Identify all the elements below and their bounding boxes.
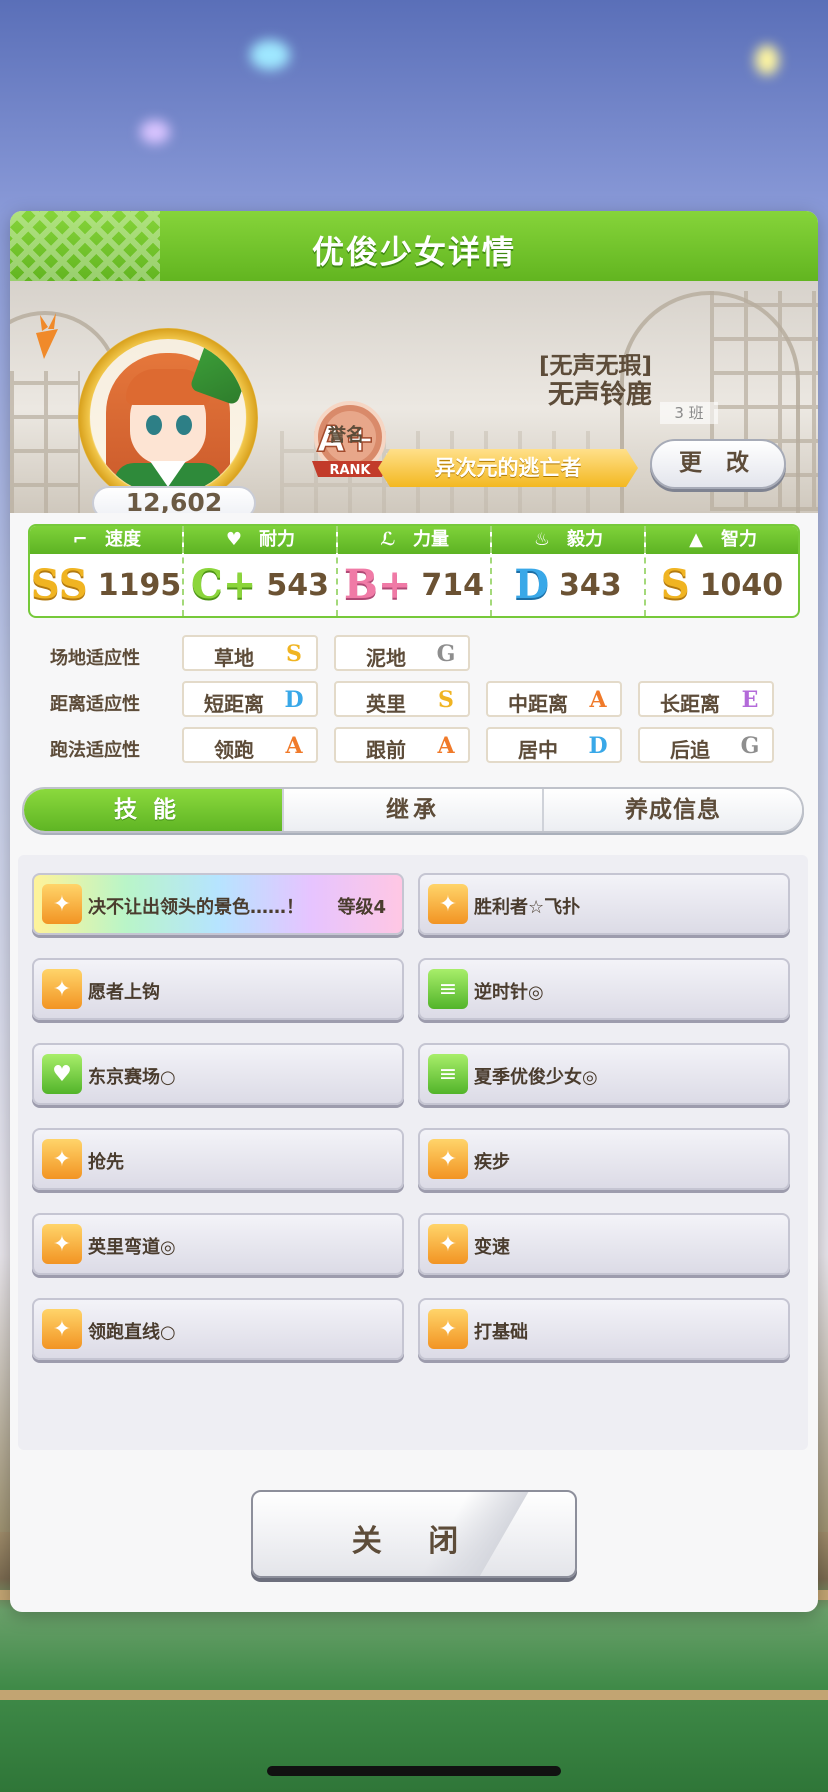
skill-card[interactable]: ✦ 变速 xyxy=(418,1213,790,1275)
unique-skill-icon: ✦ xyxy=(42,884,82,924)
stat-power: ℒ 力量 B+ 714 xyxy=(338,526,492,616)
skill-card[interactable]: ✦ 疾步 xyxy=(418,1128,790,1190)
aptitude-medium: 中距离 A xyxy=(486,681,622,717)
stat-grade: D xyxy=(514,561,550,608)
skill-card[interactable]: ≡ 夏季优俊少女◎ xyxy=(418,1043,790,1105)
character-name: 无声铃鹿 xyxy=(547,380,652,410)
background-sparkle xyxy=(250,40,290,70)
speed-skill-icon: ✦ xyxy=(42,1224,82,1264)
muscle-icon: ℒ xyxy=(380,529,396,550)
stat-guts: ♨ 毅力 D 343 xyxy=(492,526,646,616)
aptitude-turf: 草地 S xyxy=(182,635,318,671)
stat-grade: B+ xyxy=(344,561,412,608)
shoe-icon: ⌐ xyxy=(72,529,88,550)
avatar-eye xyxy=(146,415,162,435)
passive-skill-icon: ≡ xyxy=(428,1054,468,1094)
epithet-ribbon: 异次元的逃亡者 xyxy=(378,449,638,487)
stat-label: 力量 xyxy=(413,529,449,550)
speed-skill-icon: ✦ xyxy=(42,1309,82,1349)
detail-tabs: 技能 继承 养成信息 xyxy=(22,787,804,833)
speed-skill-icon: ✦ xyxy=(42,969,82,1009)
speed-skill-icon: ✦ xyxy=(428,884,468,924)
close-button-label: 关 闭 xyxy=(351,1524,477,1559)
strategy-aptitude-label: 跑法适应性 xyxy=(50,740,140,761)
distance-aptitude-label: 距离适应性 xyxy=(50,694,140,715)
skill-level: 等级4 xyxy=(337,897,386,918)
rank-word: RANK xyxy=(329,463,371,478)
dialog-header: 优俊少女详情 xyxy=(10,211,818,281)
stat-value: 343 xyxy=(559,567,622,603)
surface-aptitude-label: 场地适应性 xyxy=(50,648,140,669)
stat-stamina: ♥ 耐力 C+ 543 xyxy=(184,526,338,616)
rank-caption: 誉名 xyxy=(328,425,364,446)
passive-skill-icon: ≡ xyxy=(428,969,468,1009)
stats-panel: ⌐ 速度 SS 1195 ♥ 耐力 C+ 543 ℒ 力量 B+ 714 ♨ 毅力 D 343 … xyxy=(28,524,800,618)
stat-value: 1195 xyxy=(97,567,182,603)
tab-training-info[interactable]: 养成信息 xyxy=(544,789,802,831)
horse-girl-detail-dialog: 优俊少女详情 12,602 A+ RANK 誉名 [无声无瑕] 无声铃鹿 3 班… xyxy=(10,211,818,1612)
aptitude-late-surger: 居中 D xyxy=(486,727,622,763)
background-window xyxy=(10,371,80,513)
skill-card[interactable]: ✦ 英里弯道◎ xyxy=(32,1213,404,1275)
aptitude-long: 长距离 E xyxy=(638,681,774,717)
skills-panel: ✦ 决不让出领头的景色……！ 等级4 ✦ 胜利者☆飞扑 ✦ 愿者上钩 ≡ 逆时针… xyxy=(18,855,808,1450)
close-button[interactable]: 关 闭 xyxy=(251,1490,577,1578)
skill-card[interactable]: ✦ 胜利者☆飞扑 xyxy=(418,873,790,935)
skill-card[interactable]: ✦ 打基础 xyxy=(418,1298,790,1360)
aptitude-sprint: 短距离 D xyxy=(182,681,318,717)
aptitude-pace-chaser: 跟前 A xyxy=(334,727,470,763)
aptitude-mile: 英里 S xyxy=(334,681,470,717)
background-rail xyxy=(0,1690,828,1700)
stat-label: 毅力 xyxy=(567,529,603,550)
flame-icon: ♨ xyxy=(533,529,551,550)
heart-icon: ♥ xyxy=(225,529,243,550)
aptitude-front-runner: 领跑 A xyxy=(182,727,318,763)
home-indicator[interactable] xyxy=(267,1766,561,1776)
background-sparkle xyxy=(140,120,170,144)
skill-card[interactable]: ✦ 愿者上钩 xyxy=(32,958,404,1020)
graduation-cap-icon: ▲ xyxy=(689,529,703,550)
avatar-eye xyxy=(176,415,192,435)
class-tag: 3 班 xyxy=(660,402,718,424)
skill-card[interactable]: ♥ 东京赛场○ xyxy=(32,1043,404,1105)
stat-wisdom: ▲ 智力 S 1040 xyxy=(646,526,798,616)
stat-label: 速度 xyxy=(105,529,141,550)
skill-card[interactable]: ✦ 抢先 xyxy=(32,1128,404,1190)
aptitude-end-closer: 后追 G xyxy=(638,727,774,763)
stat-speed: ⌐ 速度 SS 1195 xyxy=(30,526,184,616)
stat-label: 智力 xyxy=(721,529,757,550)
recovery-skill-icon: ♥ xyxy=(42,1054,82,1094)
stat-label: 耐力 xyxy=(259,529,295,550)
stat-value: 1040 xyxy=(699,567,784,603)
speed-skill-icon: ✦ xyxy=(428,1224,468,1264)
dialog-title: 优俊少女详情 xyxy=(311,233,516,271)
speed-skill-icon: ✦ xyxy=(42,1139,82,1179)
speed-skill-icon: ✦ xyxy=(428,1139,468,1179)
stat-value: 543 xyxy=(266,567,329,603)
skill-card[interactable]: ✦ 决不让出领头的景色……！ 等级4 xyxy=(32,873,404,935)
evaluation-score: 12,602 xyxy=(92,486,256,513)
skill-card[interactable]: ≡ 逆时针◎ xyxy=(418,958,790,1020)
tab-skills[interactable]: 技能 xyxy=(24,789,284,831)
background-sparkle xyxy=(755,45,779,75)
tab-inheritance[interactable]: 继承 xyxy=(284,789,544,831)
avatar[interactable] xyxy=(90,339,246,495)
speed-skill-icon: ✦ xyxy=(428,1309,468,1349)
stat-grade: SS xyxy=(30,561,88,608)
change-title-button[interactable]: 更 改 xyxy=(650,439,786,489)
aptitude-dirt: 泥地 G xyxy=(334,635,470,671)
skill-card[interactable]: ✦ 领跑直线○ xyxy=(32,1298,404,1360)
stat-grade: C+ xyxy=(191,561,257,608)
stat-value: 714 xyxy=(421,567,484,603)
stat-grade: S xyxy=(660,561,690,608)
carrot-icon xyxy=(36,313,58,359)
